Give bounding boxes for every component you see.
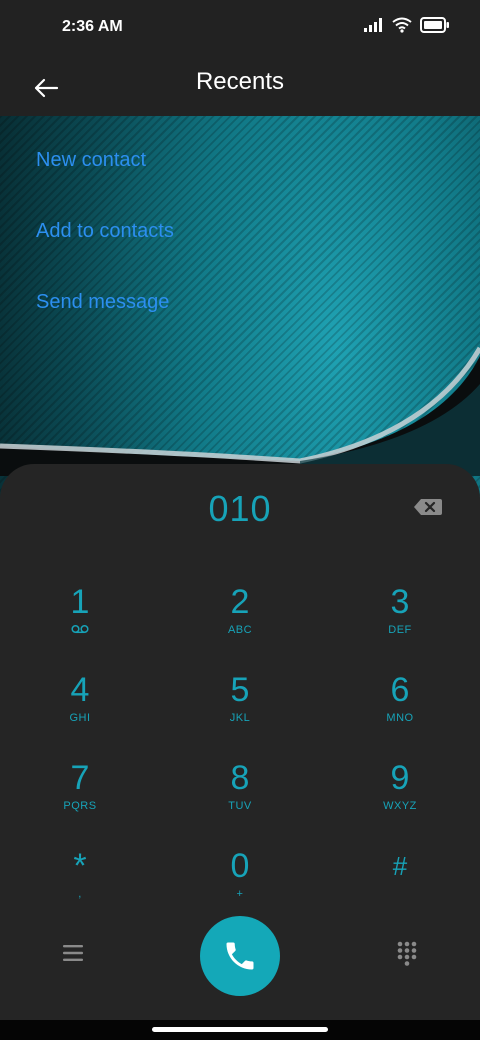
dialpad-toggle-button[interactable] <box>394 940 420 966</box>
wifi-icon <box>392 17 412 33</box>
key-4[interactable]: 4 GHI <box>25 670 135 750</box>
key-8-digit: 8 <box>230 759 250 797</box>
key-6-letters: MNO <box>386 712 414 724</box>
key-1-digit: 1 <box>70 583 90 621</box>
dialpad-panel: 010 1 2 ABC 3 DEF 4 GHI 5 JKL 6 MNO 7 PQ… <box>0 464 480 1020</box>
backspace-icon <box>414 499 442 515</box>
key-9-letters: WXYZ <box>383 800 417 812</box>
battery-icon <box>420 17 449 33</box>
status-icons <box>364 17 450 33</box>
menu-icon <box>63 945 83 961</box>
key-4-digit: 4 <box>70 671 90 709</box>
system-nav-bar <box>0 1020 480 1040</box>
key-5[interactable]: 5 JKL <box>185 670 295 750</box>
key-3-letters: DEF <box>388 624 412 636</box>
key-7-letters: PQRS <box>63 800 97 812</box>
call-button[interactable] <box>200 916 280 996</box>
key-0-sub: + <box>236 888 244 900</box>
dialed-number: 010 <box>208 488 272 529</box>
key-5-letters: JKL <box>229 712 251 724</box>
key-5-digit: 5 <box>230 671 250 709</box>
top-app-bar: Recents <box>0 58 480 116</box>
key-6[interactable]: 6 MNO <box>345 670 455 750</box>
page-title: Recents <box>195 68 285 95</box>
key-7[interactable]: 7 PQRS <box>25 758 135 838</box>
key-8[interactable]: 8 TUV <box>185 758 295 838</box>
key-8-letters: TUV <box>228 800 252 812</box>
key-3-digit: 3 <box>390 583 410 621</box>
key-7-digit: 7 <box>70 759 90 797</box>
add-to-contacts-link[interactable]: Add to contacts <box>36 220 174 243</box>
key-1[interactable]: 1 <box>25 582 135 662</box>
dialpad-bottom-bar <box>0 904 480 1004</box>
key-9[interactable]: 9 WXYZ <box>345 758 455 838</box>
status-bar: 2:36 AM <box>0 0 480 58</box>
key-3[interactable]: 3 DEF <box>345 582 455 662</box>
phone-icon <box>226 942 254 970</box>
backspace-button[interactable] <box>412 496 444 518</box>
dialpad-icon <box>397 941 417 966</box>
home-indicator[interactable] <box>152 1027 328 1032</box>
key-hash-symbol: # <box>392 851 408 881</box>
menu-button[interactable] <box>60 940 86 966</box>
send-message-link[interactable]: Send message <box>36 291 169 314</box>
key-star-sub: , <box>78 888 82 900</box>
key-star-symbol: * <box>73 847 87 885</box>
key-hash-sub <box>345 888 455 902</box>
key-2[interactable]: 2 ABC <box>185 582 295 662</box>
key-9-digit: 9 <box>390 759 410 797</box>
key-2-letters: ABC <box>227 624 253 636</box>
key-4-letters: GHI <box>69 712 91 724</box>
signal-icon <box>364 18 382 32</box>
voicemail-icon <box>25 624 135 638</box>
key-6-digit: 6 <box>390 671 410 709</box>
key-0-digit: 0 <box>230 847 250 885</box>
key-2-digit: 2 <box>230 583 250 621</box>
new-contact-link[interactable]: New contact <box>36 149 146 172</box>
status-time: 2:36 AM <box>62 18 123 35</box>
